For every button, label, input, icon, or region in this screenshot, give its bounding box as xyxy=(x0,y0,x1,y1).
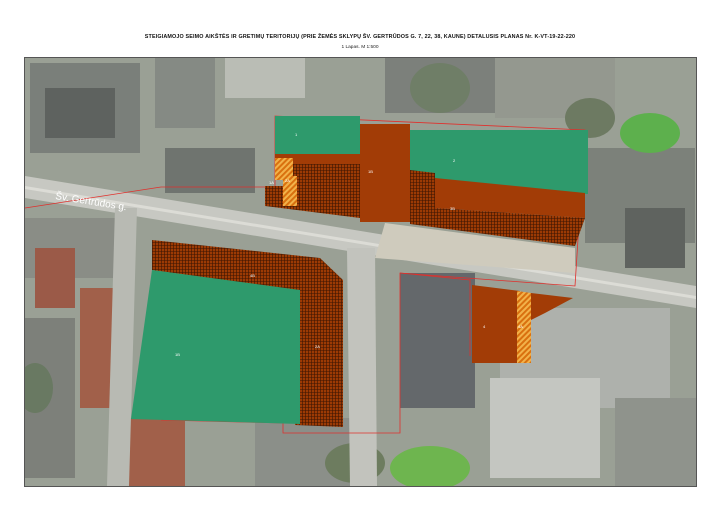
aerial-background xyxy=(25,58,696,486)
plot-label-south-west-top: 4B xyxy=(250,273,255,278)
sheet-title: STEIGIAMOJO SEIMO AIKŠTĖS IR GRETIMŲ TER… xyxy=(144,34,576,40)
plot-label-south-west-green: 1B xyxy=(175,352,180,357)
plot-label-north-east-hatched: 3B xyxy=(450,206,455,211)
plot-label-south-east-stripe: 4A xyxy=(518,324,523,329)
detail-plan-map[interactable]: 1 1B 2 3B 1A 2A 4B 2A 1B 4 4A Šv. Gertrū… xyxy=(24,57,697,487)
zone-south-west-green[interactable] xyxy=(131,270,300,424)
sheet-subtitle: 1 Lapas. M 1:500 xyxy=(341,45,379,50)
plot-label-south-west-hatched: 2A xyxy=(315,344,320,349)
plot-label-west-small-2: 2A xyxy=(285,178,290,183)
plot-label-north-centre: 1B xyxy=(368,169,373,174)
zone-south-east-brown[interactable] xyxy=(472,285,520,363)
map-canvas: 1 1B 2 3B 1A 2A 4B 2A 1B 4 4A Šv. Gertrū… xyxy=(25,58,696,486)
zone-north-west-green[interactable] xyxy=(275,116,360,154)
plot-label-west-small: 1A xyxy=(269,180,274,185)
